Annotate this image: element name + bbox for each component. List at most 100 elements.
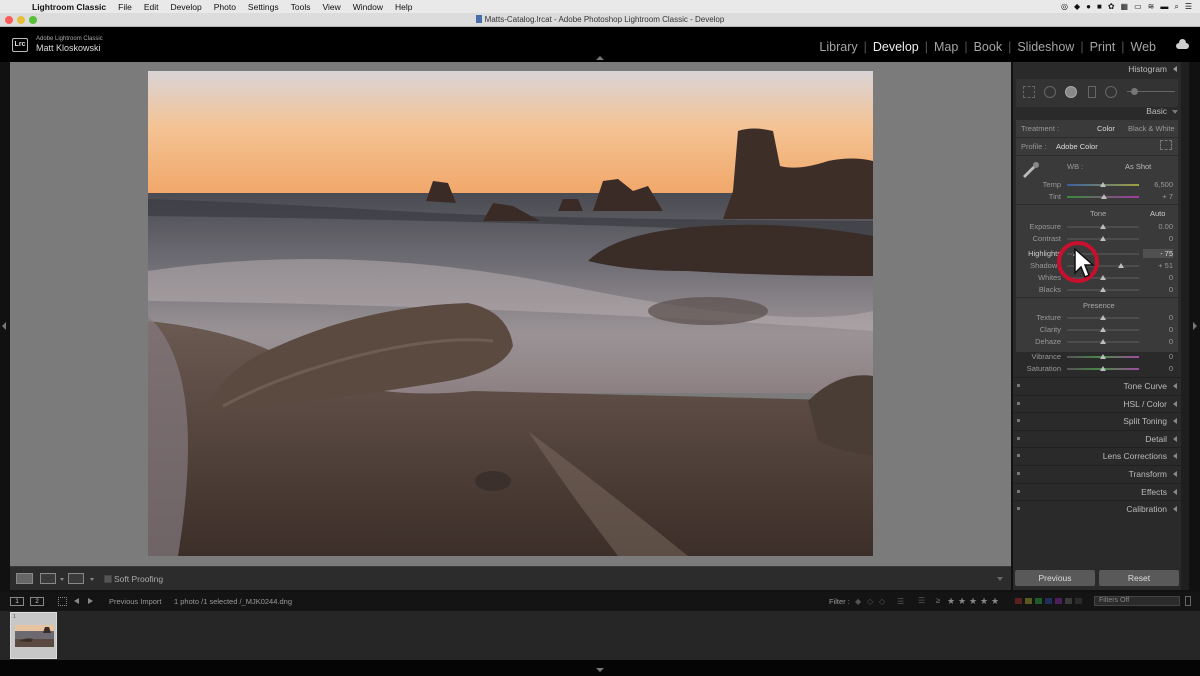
slider-thumb-vibrance[interactable] <box>1100 354 1106 359</box>
status-grid-icon[interactable]: ▦ <box>1121 2 1129 11</box>
module-web[interactable]: Web <box>1125 40 1162 54</box>
status-circle-icon[interactable]: ◎ <box>1061 2 1068 11</box>
slider-thumb-dehaze[interactable] <box>1100 339 1106 344</box>
slider-thumb-texture[interactable] <box>1100 315 1106 320</box>
status-tv-icon[interactable]: ▭ <box>1134 2 1142 11</box>
slider-thumb-temp[interactable] <box>1100 182 1106 187</box>
before-after-split-button[interactable] <box>68 573 84 584</box>
auto-tone-button[interactable]: Auto <box>1150 209 1165 218</box>
panel-header-calibration[interactable]: Calibration <box>1013 500 1181 517</box>
histogram-collapse-icon[interactable] <box>1173 66 1177 72</box>
radial-filter-icon[interactable] <box>1105 86 1117 98</box>
wb-dropdown[interactable]: As Shot <box>1125 162 1151 171</box>
module-slideshow[interactable]: Slideshow <box>1011 40 1080 54</box>
panel-header-split-toning[interactable]: Split Toning <box>1013 412 1181 429</box>
color-label-red[interactable] <box>1015 598 1022 604</box>
slider-thumb-exposure[interactable] <box>1100 224 1106 229</box>
photo-canvas[interactable] <box>10 62 1011 566</box>
expand-icon[interactable] <box>1173 471 1177 477</box>
slider-value-highlights[interactable]: - 75 <box>1143 249 1173 258</box>
rating-operator-icon[interactable]: ≥ <box>936 596 940 605</box>
selection-info[interactable]: 1 photo /1 selected /_MJK0244.dng <box>174 597 292 606</box>
main-photo[interactable] <box>148 71 873 556</box>
red-eye-icon[interactable] <box>1065 86 1077 98</box>
module-map[interactable]: Map <box>928 40 964 54</box>
panel-switch-icon[interactable] <box>1017 454 1020 458</box>
right-panel-toggle-icon[interactable] <box>1193 322 1197 330</box>
right-panel-scrollbar[interactable] <box>1181 62 1189 590</box>
status-dropbox-icon[interactable]: ◆ <box>1074 2 1080 11</box>
split-caret-icon[interactable] <box>90 578 94 581</box>
menu-lightroom-classic[interactable]: Lightroom Classic <box>32 2 106 12</box>
reset-button[interactable]: Reset <box>1099 570 1179 586</box>
status-list-icon[interactable]: ☰ <box>1185 2 1192 11</box>
status-search-icon[interactable]: ⌕ <box>1174 2 1178 12</box>
cloud-icon[interactable] <box>1176 39 1189 49</box>
star-rating-3[interactable]: ★ <box>969 596 977 607</box>
back-arrow-icon[interactable] <box>74 598 79 604</box>
module-library[interactable]: Library <box>813 40 863 54</box>
filmstrip-toggle-icon[interactable] <box>596 668 604 672</box>
basic-header[interactable]: Basic <box>1013 104 1181 119</box>
slider-value-shadows[interactable]: + 51 <box>1143 261 1173 270</box>
slider-value-temp[interactable]: 6,500 <box>1143 180 1173 189</box>
profile-browser-grid-icon[interactable] <box>1160 140 1172 150</box>
left-panel-toggle-icon[interactable] <box>2 322 6 330</box>
slider-value-clarity[interactable]: 0 <box>1143 325 1173 334</box>
menu-help[interactable]: Help <box>395 2 412 12</box>
eyedropper-icon[interactable] <box>1021 160 1041 178</box>
slider-value-vibrance[interactable]: 0 <box>1143 352 1173 361</box>
expand-icon[interactable] <box>1173 400 1177 407</box>
spot-removal-icon[interactable] <box>1044 86 1056 98</box>
slider-thumb-shadows[interactable] <box>1118 263 1124 268</box>
profile-dropdown[interactable]: Adobe Color <box>1056 142 1098 151</box>
rating-compare-icon[interactable]: ☰ <box>918 596 925 605</box>
filmstrip-thumbnail[interactable]: 1 <box>10 612 57 659</box>
color-label-yellow[interactable] <box>1025 598 1032 604</box>
treatment-bw-option[interactable]: Black & White <box>1128 124 1175 133</box>
status-box-icon[interactable]: ■ <box>1097 2 1102 11</box>
color-label-none[interactable] <box>1075 598 1082 604</box>
panel-switch-icon[interactable] <box>1017 489 1020 493</box>
histogram-header[interactable]: Histogram <box>1013 62 1181 77</box>
panel-switch-icon[interactable] <box>1017 472 1020 475</box>
star-rating-1[interactable]: ★ <box>947 596 955 607</box>
panel-header-tone-curve[interactable]: Tone Curve <box>1013 377 1181 394</box>
forward-arrow-icon[interactable] <box>88 598 93 604</box>
expand-icon[interactable] <box>1173 453 1177 460</box>
expand-icon[interactable] <box>1173 506 1177 513</box>
before-after-button[interactable] <box>40 573 56 584</box>
star-rating-5[interactable]: ★ <box>991 596 999 607</box>
previous-button[interactable]: Previous <box>1015 570 1095 586</box>
panel-header-effects[interactable]: Effects <box>1013 482 1181 500</box>
menu-view[interactable]: View <box>322 2 340 12</box>
second-window-button[interactable]: 2 <box>30 597 44 606</box>
module-print[interactable]: Print <box>1084 40 1122 54</box>
slider-thumb-saturation[interactable] <box>1100 366 1106 371</box>
panel-switch-icon[interactable] <box>1017 384 1020 387</box>
expand-icon[interactable] <box>1173 435 1177 442</box>
status-drop-icon[interactable]: ● <box>1086 2 1091 11</box>
module-develop[interactable]: Develop <box>867 40 925 54</box>
slider-value-contrast[interactable]: 0 <box>1143 234 1173 243</box>
star-rating-4[interactable]: ★ <box>980 596 988 607</box>
grid-view-icon[interactable] <box>58 597 67 606</box>
slider-value-dehaze[interactable]: 0 <box>1143 337 1173 346</box>
filmstrip-source[interactable]: Previous Import <box>109 597 162 606</box>
panel-header-lens-corrections[interactable]: Lens Corrections <box>1013 447 1181 464</box>
slider-value-whites[interactable]: 0 <box>1143 273 1173 282</box>
status-wifi-icon[interactable]: ≋ <box>1148 2 1155 11</box>
color-label-blue[interactable] <box>1045 598 1052 604</box>
crop-tool-icon[interactable] <box>1023 86 1035 98</box>
panel-switch-icon[interactable] <box>1017 436 1020 440</box>
panel-switch-icon[interactable] <box>1017 419 1020 423</box>
menu-edit[interactable]: Edit <box>144 2 159 12</box>
star-rating-2[interactable]: ★ <box>958 596 966 607</box>
menu-file[interactable]: File <box>118 2 132 12</box>
slider-thumb-blacks[interactable] <box>1100 287 1106 292</box>
filter-flag-icons[interactable]: ◆ ◇ ◇ ☰ <box>855 597 905 606</box>
color-label-purple[interactable] <box>1055 598 1062 604</box>
status-gear-icon[interactable]: ✿ <box>1108 2 1115 11</box>
expand-icon[interactable] <box>1173 488 1177 495</box>
slider-thumb-tint[interactable] <box>1101 194 1108 199</box>
